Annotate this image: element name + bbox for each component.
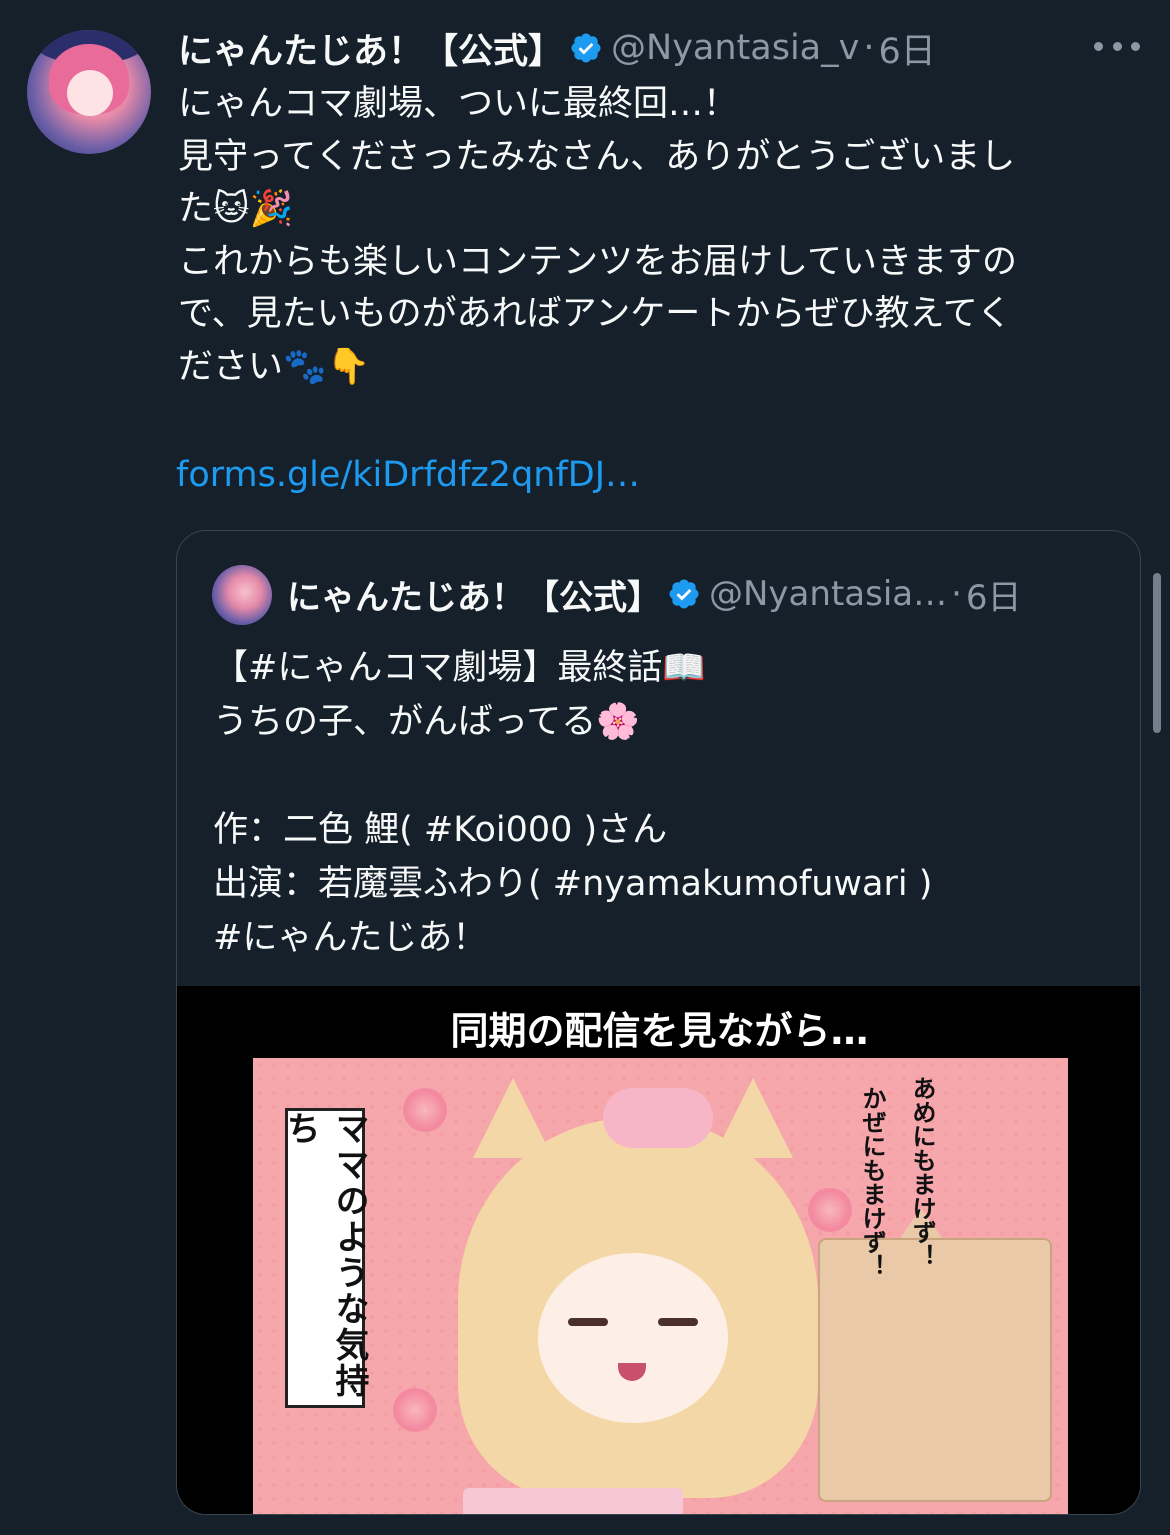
tweet-text-line: ださい🐾👇 [178,346,371,387]
character-face [538,1253,728,1423]
quoted-author-avatar[interactable] [212,565,272,625]
tweet-text-line: た🐱🎉 [178,189,294,229]
character-eye-left [568,1318,608,1326]
quoted-text-line: 【#にゃんコマ劇場】最終話📖 [213,648,706,688]
sound-effect-text: かぜにもまけず！ [858,1086,886,1278]
survey-link[interactable]: forms.gle/kiDrfdfz2qnfDJ… [176,455,640,495]
panel-narration-box: ママのような気持ち [280,1108,369,1408]
quoted-tweet-timestamp[interactable]: 6日 [966,570,1022,619]
more-horizontal-icon[interactable] [1094,36,1140,56]
quoted-media-image[interactable]: 同期の配信を見ながら… ママのような気持ち あめにもまけず！ かぜにもまけず！ [177,986,1140,1514]
quoted-author-handle[interactable]: @Nyantasia… [709,574,947,614]
flower-icon [403,1088,447,1132]
author-handle[interactable]: @Nyantasia_v [611,28,859,68]
quoted-text-line: うちの子、がんばってる🌸 [213,702,640,742]
comic-panel: ママのような気持ち あめにもまけず！ かぜにもまけず！ [253,1058,1068,1514]
tweet-text: にゃんコマ劇場、ついに最終回…！ 見守ってくださったみなさん、ありがとうございま… [178,78,1138,393]
character-bow [603,1088,713,1148]
quoted-author-display-name[interactable]: にゃんたじあ！【公式】 [287,570,661,619]
tweet: にゃんたじあ！【公式】 @Nyantasia_v · 6日 にゃんコマ劇場、つい… [0,0,1170,1535]
verified-badge-icon [667,577,701,611]
author-display-name[interactable]: にゃんたじあ！【公式】 [178,23,563,74]
quoted-tweet-header: にゃんたじあ！【公式】 @Nyantasia… · 6日 [287,569,1022,619]
verified-badge-icon [569,31,603,65]
quoted-text-line [213,749,1113,803]
header-separator: · [863,28,875,68]
avatar-face-shape [67,70,113,116]
tweet-text-line: にゃんコマ劇場、ついに最終回…！ [178,84,739,124]
character-ear-right [713,1078,793,1158]
tweet-timestamp[interactable]: 6日 [878,23,935,74]
tweet-text-line: 見守ってくださったみなさん、ありがとうございまし [178,136,1016,177]
scrollbar-thumb[interactable] [1153,573,1161,733]
quoted-text-line: 出演：若魔雲ふわり( #nyamakumofuwari ) [213,864,933,904]
author-avatar[interactable] [27,30,151,154]
flower-icon [808,1188,852,1232]
quoted-tweet-text: 【#にゃんコマ劇場】最終話📖 うちの子、がんばってる🌸 作：二色 鯉( #Koi… [213,641,1113,965]
character-ear-left [473,1078,553,1158]
header-separator: · [951,574,962,614]
quoted-text-line: #にゃんたじあ！ [213,918,488,958]
comic-caption: 同期の配信を見ながら… [450,1009,869,1053]
flower-icon [393,1388,437,1432]
monitor-shape [818,1238,1052,1502]
quoted-text-line: 作：二色 鯉( #Koi000 )さん [213,810,668,850]
tweet-text-line: で、見たいものがあればアンケートからぜひ教えてく [178,294,1012,334]
character-eye-right [658,1318,698,1326]
tweet-header: にゃんたじあ！【公式】 @Nyantasia_v · 6日 [178,20,936,76]
tweet-text-line: これからも楽しいコンテンツをお届けしていきますの [178,241,1017,282]
keyboard-shape [463,1488,683,1514]
quoted-tweet-card[interactable]: にゃんたじあ！【公式】 @Nyantasia… · 6日 【#にゃんコマ劇場】最… [176,530,1141,1515]
sound-effect-text: あめにもまけず！ [908,1076,936,1268]
